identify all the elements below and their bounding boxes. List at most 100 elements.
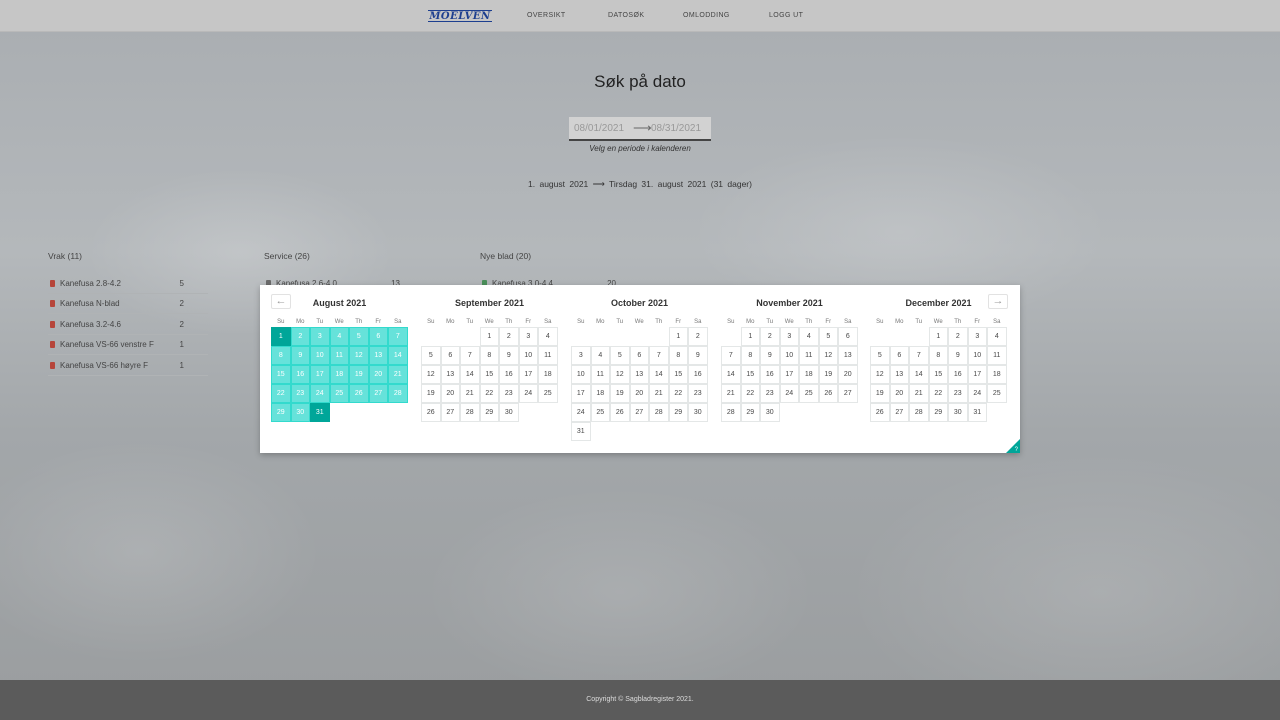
calendar-day[interactable]: 14 bbox=[909, 365, 929, 384]
calendar-day[interactable]: 13 bbox=[889, 365, 910, 384]
calendar-day[interactable]: 25 bbox=[329, 384, 350, 403]
calendar-day[interactable]: 8 bbox=[928, 346, 949, 365]
list-item[interactable]: Kanefusa VS-66 høyre F 1 bbox=[48, 356, 208, 376]
calendar-day[interactable]: 21 bbox=[721, 384, 741, 403]
calendar-day[interactable]: 20 bbox=[368, 365, 389, 384]
calendar-day[interactable]: 14 bbox=[649, 365, 669, 384]
calendar-day[interactable]: 27 bbox=[889, 403, 910, 422]
calendar-day[interactable]: 10 bbox=[571, 365, 591, 384]
calendar-day[interactable]: 6 bbox=[629, 346, 650, 365]
calendar-day[interactable]: 25 bbox=[538, 384, 558, 403]
calendar-day[interactable]: 12 bbox=[421, 365, 441, 384]
calendar-day[interactable]: 16 bbox=[948, 365, 968, 384]
calendar-day[interactable]: 4 bbox=[799, 327, 819, 346]
end-date-input[interactable]: 08/31/2021 bbox=[651, 123, 701, 134]
calendar-day[interactable]: 28 bbox=[460, 403, 480, 422]
calendar-day[interactable]: 28 bbox=[721, 403, 741, 422]
calendar-day[interactable]: 25 bbox=[590, 403, 611, 422]
calendar-day[interactable]: 18 bbox=[590, 384, 611, 403]
calendar-day[interactable]: 27 bbox=[440, 403, 461, 422]
calendar-day[interactable]: 10 bbox=[310, 346, 330, 365]
calendar-day[interactable]: 12 bbox=[610, 365, 630, 384]
question-icon[interactable]: ? bbox=[1015, 447, 1018, 453]
calendar-day[interactable]: 12 bbox=[349, 346, 369, 365]
calendar-day[interactable]: 18 bbox=[538, 365, 558, 384]
calendar-day[interactable]: 9 bbox=[760, 346, 780, 365]
calendar-day[interactable]: 15 bbox=[928, 365, 949, 384]
calendar-day[interactable]: 10 bbox=[779, 346, 800, 365]
calendar-day[interactable]: 5 bbox=[610, 346, 630, 365]
calendar-day[interactable]: 4 bbox=[590, 346, 611, 365]
calendar-day[interactable]: 13 bbox=[629, 365, 650, 384]
calendar-day[interactable]: 11 bbox=[329, 346, 350, 365]
calendar-day[interactable]: 7 bbox=[909, 346, 929, 365]
calendar-day[interactable]: 1 bbox=[740, 327, 761, 346]
calendar-day[interactable]: 17 bbox=[571, 384, 591, 403]
calendar-day[interactable]: 6 bbox=[368, 327, 389, 346]
calendar-day[interactable]: 11 bbox=[590, 365, 611, 384]
calendar-day[interactable]: 20 bbox=[629, 384, 650, 403]
calendar-day[interactable]: 17 bbox=[310, 365, 330, 384]
calendar-day[interactable]: 18 bbox=[799, 365, 819, 384]
calendar-day[interactable]: 14 bbox=[388, 346, 408, 365]
list-item[interactable]: Kanefusa 3.2-4.6 2 bbox=[48, 315, 208, 335]
calendar-day[interactable]: 3 bbox=[571, 346, 591, 365]
calendar-day[interactable]: 4 bbox=[329, 327, 350, 346]
calendar-day[interactable]: 16 bbox=[688, 365, 708, 384]
calendar-day[interactable]: 20 bbox=[440, 384, 461, 403]
calendar-day[interactable]: 15 bbox=[740, 365, 761, 384]
calendar-day[interactable]: 8 bbox=[479, 346, 500, 365]
calendar-day[interactable]: 12 bbox=[818, 346, 839, 365]
moelven-logo[interactable]: MOELVEN bbox=[428, 10, 492, 22]
calendar-day[interactable]: 5 bbox=[349, 327, 369, 346]
calendar-day[interactable]: 5 bbox=[818, 327, 839, 346]
nav-oversikt[interactable]: OVERSIKT bbox=[527, 12, 566, 19]
calendar-day[interactable]: 19 bbox=[818, 365, 839, 384]
calendar-day[interactable]: 19 bbox=[349, 365, 369, 384]
calendar-day[interactable]: 6 bbox=[838, 327, 858, 346]
calendar-day[interactable]: 1 bbox=[928, 327, 949, 346]
calendar-day[interactable]: 24 bbox=[571, 403, 591, 422]
calendar-day[interactable]: 16 bbox=[499, 365, 519, 384]
calendar-day[interactable]: 21 bbox=[909, 384, 929, 403]
calendar-day[interactable]: 28 bbox=[649, 403, 669, 422]
calendar-day[interactable]: 22 bbox=[928, 384, 949, 403]
calendar-day[interactable]: 20 bbox=[838, 365, 858, 384]
calendar-day[interactable]: 24 bbox=[779, 384, 800, 403]
calendar-day[interactable]: 22 bbox=[668, 384, 689, 403]
calendar-day[interactable]: 7 bbox=[460, 346, 480, 365]
calendar-day[interactable]: 22 bbox=[740, 384, 761, 403]
calendar-day[interactable]: 6 bbox=[889, 346, 910, 365]
calendar-day[interactable]: 30 bbox=[290, 403, 311, 422]
calendar-day[interactable]: 21 bbox=[388, 365, 408, 384]
nav-logg-ut[interactable]: LOGG UT bbox=[769, 12, 803, 19]
calendar-day[interactable]: 29 bbox=[740, 403, 761, 422]
calendar-day[interactable]: 7 bbox=[649, 346, 669, 365]
calendar-day[interactable]: 26 bbox=[421, 403, 441, 422]
calendar-day[interactable]: 4 bbox=[538, 327, 558, 346]
calendar-day[interactable]: 14 bbox=[721, 365, 741, 384]
calendar-day[interactable]: 22 bbox=[479, 384, 500, 403]
calendar-day[interactable]: 26 bbox=[870, 403, 890, 422]
calendar-day[interactable]: 28 bbox=[388, 384, 408, 403]
calendar-day[interactable]: 15 bbox=[479, 365, 500, 384]
list-item[interactable]: Kanefusa N-blad 2 bbox=[48, 294, 208, 314]
calendar-day[interactable]: 23 bbox=[290, 384, 311, 403]
calendar-day[interactable]: 3 bbox=[518, 327, 539, 346]
calendar-day[interactable]: 8 bbox=[740, 346, 761, 365]
calendar-day[interactable]: 25 bbox=[799, 384, 819, 403]
calendar-day[interactable]: 2 bbox=[948, 327, 968, 346]
calendar-day[interactable]: 27 bbox=[629, 403, 650, 422]
calendar-day[interactable]: 18 bbox=[329, 365, 350, 384]
calendar-day[interactable]: 20 bbox=[889, 384, 910, 403]
calendar-day[interactable]: 3 bbox=[310, 327, 330, 346]
calendar-day[interactable]: 15 bbox=[271, 365, 291, 384]
calendar-day[interactable]: 13 bbox=[368, 346, 389, 365]
calendar-day[interactable]: 1 bbox=[479, 327, 500, 346]
calendar-day[interactable]: 13 bbox=[440, 365, 461, 384]
calendar-day[interactable]: 29 bbox=[479, 403, 500, 422]
calendar-day[interactable]: 27 bbox=[838, 384, 858, 403]
calendar-day[interactable]: 14 bbox=[460, 365, 480, 384]
calendar-day[interactable]: 12 bbox=[870, 365, 890, 384]
calendar-day[interactable]: 23 bbox=[688, 384, 708, 403]
